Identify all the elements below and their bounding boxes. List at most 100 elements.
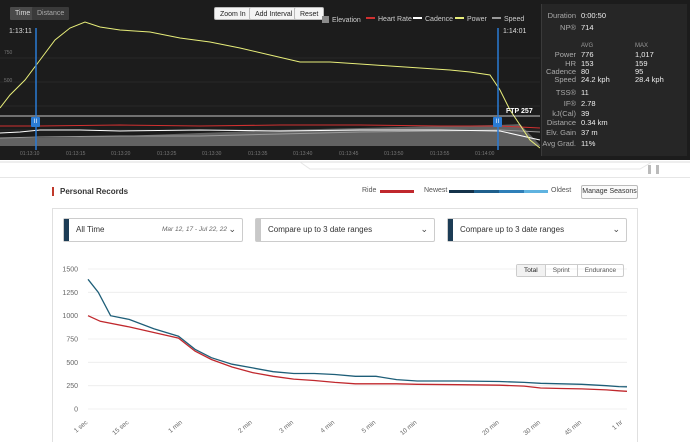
time-tick: 01:13:40 bbox=[293, 151, 313, 157]
legend-speed[interactable]: Speed bbox=[492, 16, 524, 23]
kj-value: 39 bbox=[581, 109, 590, 118]
chevron-down-icon: ⌄ bbox=[612, 224, 620, 234]
legend-oldest-label: Oldest bbox=[551, 187, 572, 194]
reset-button[interactable]: Reset bbox=[294, 7, 325, 20]
speed-max: 28.4 kph bbox=[635, 75, 664, 84]
stat-label: Duration bbox=[547, 11, 576, 20]
x-tick-label: 45 min bbox=[564, 419, 584, 437]
segment-total[interactable]: Total bbox=[517, 265, 546, 276]
selection-start-handle[interactable]: II bbox=[31, 117, 40, 127]
speed-avg: 24.2 kph bbox=[581, 75, 610, 84]
series-line-newest bbox=[87, 278, 628, 388]
power-max: 1,017 bbox=[635, 50, 654, 59]
time-tick: 01:13:25 bbox=[157, 151, 177, 157]
legend-ride-swatch bbox=[380, 190, 414, 193]
distance-value: 0.34 km bbox=[581, 118, 608, 127]
range-navigator-graphic bbox=[0, 161, 690, 174]
y-tick-label: 750 bbox=[66, 337, 78, 344]
x-tick-label: 20 min bbox=[481, 419, 501, 437]
legend-gradient-swatch bbox=[499, 190, 524, 193]
stat-label: Elv. Gain bbox=[546, 128, 576, 137]
stat-label: Distance bbox=[546, 118, 576, 127]
stat-label: Power bbox=[554, 50, 576, 59]
ftp-label: FTP 257 bbox=[506, 108, 533, 115]
y-tick-label: 1250 bbox=[62, 290, 78, 297]
manage-seasons-button[interactable]: Manage Seasons bbox=[581, 185, 638, 199]
chevron-down-icon: ⌄ bbox=[420, 224, 428, 234]
stat-label: NP® bbox=[560, 23, 576, 32]
series-line-ride bbox=[87, 315, 628, 392]
range-color-bar bbox=[448, 219, 453, 241]
range-label: Compare up to 3 date ranges bbox=[460, 225, 565, 234]
zoom-in-button[interactable]: Zoom In bbox=[214, 7, 252, 20]
avg-grade-value: 11% bbox=[581, 139, 596, 148]
range-color-bar bbox=[256, 219, 261, 241]
stat-label: Speed bbox=[554, 75, 576, 84]
y-tick-label: 1000 bbox=[62, 313, 78, 320]
legend-heart-rate[interactable]: Heart Rate bbox=[366, 16, 412, 23]
selection-end-time: 1:14:01 bbox=[503, 28, 527, 35]
legend-gradient-swatch bbox=[449, 190, 474, 193]
ytick-500: 500 bbox=[4, 78, 13, 84]
interval-stats-panel: Duration 0:00:50 NP® 714 AVG MAX Power 776 1… bbox=[541, 4, 687, 156]
chevron-down-icon: ⌄ bbox=[228, 224, 236, 234]
tss-value: 11 bbox=[581, 88, 589, 97]
np-value: 714 bbox=[581, 23, 594, 32]
range-label: All Time bbox=[76, 225, 105, 234]
duration-value: 0:00:50 bbox=[581, 11, 607, 20]
range-label: Compare up to 3 date ranges bbox=[268, 225, 373, 234]
x-tick-label: 3 min bbox=[278, 419, 295, 435]
time-tick: 01:13:50 bbox=[384, 151, 404, 157]
time-tick: 01:14:00 bbox=[475, 151, 495, 157]
legend-power[interactable]: Power bbox=[455, 16, 487, 23]
y-tick-label: 1500 bbox=[62, 267, 78, 274]
legend-elevation[interactable]: Elevation bbox=[322, 16, 361, 24]
selection-start-time: 1:13:11 bbox=[9, 28, 32, 35]
time-tick: 01:13:20 bbox=[111, 151, 131, 157]
y-tick-label: 0 bbox=[74, 407, 78, 414]
x-tick-label: 1 min bbox=[167, 419, 184, 435]
stat-label: TSS® bbox=[555, 88, 576, 97]
x-tick-label: 5 min bbox=[361, 419, 378, 435]
range-color-bar bbox=[64, 219, 69, 241]
x-tick-label: 1 hr bbox=[611, 419, 625, 432]
elevation-gain-value: 37 m bbox=[581, 128, 598, 137]
legend-cadence[interactable]: Cadence bbox=[413, 16, 453, 23]
legend-newest-label: Newest bbox=[424, 187, 448, 194]
x-tick-label: 4 min bbox=[319, 419, 336, 435]
ytick-750: 750 bbox=[4, 50, 13, 56]
stat-label: kJ(Cal) bbox=[552, 109, 576, 118]
range-dates: Mar 12, 17 - Jul 22, 22 bbox=[162, 226, 228, 233]
time-tick: 01:13:45 bbox=[339, 151, 359, 157]
add-interval-button[interactable]: Add Interval bbox=[249, 7, 299, 20]
segment-endurance[interactable]: Endurance bbox=[578, 265, 623, 276]
time-tick: 01:13:35 bbox=[248, 151, 268, 157]
x-tick-label: 10 min bbox=[399, 419, 419, 437]
range-navigator[interactable] bbox=[0, 160, 690, 178]
x-tick-label: 15 sec bbox=[111, 419, 131, 437]
time-tick: 01:13:15 bbox=[66, 151, 86, 157]
activity-chart[interactable] bbox=[0, 0, 540, 160]
power-avg: 776 bbox=[581, 50, 594, 59]
date-range-select-all-time[interactable]: All Time Mar 12, 17 - Jul 22, 22 ⌄ bbox=[63, 218, 243, 242]
stat-label: IF® bbox=[563, 99, 576, 108]
y-tick-label: 500 bbox=[66, 360, 78, 367]
power-curve-chart[interactable]: 1500 1250 1000 750 500 250 0 1 sec 15 sec 1 min 2 … bbox=[52, 260, 638, 442]
activity-chart-panel: Time Distance Zoom In Add Interval Reset… bbox=[0, 0, 690, 160]
x-tick-label: 30 min bbox=[522, 419, 542, 437]
max-header: MAX bbox=[635, 43, 649, 49]
date-range-select-compare-1[interactable]: Compare up to 3 date ranges ⌄ bbox=[255, 218, 435, 242]
date-range-select-compare-2[interactable]: Compare up to 3 date ranges ⌄ bbox=[447, 218, 627, 242]
tab-distance[interactable]: Distance bbox=[32, 7, 70, 20]
if-value: 2.78 bbox=[581, 99, 596, 108]
segment-sprint[interactable]: Sprint bbox=[546, 265, 578, 276]
legend-gradient-swatch bbox=[524, 190, 548, 193]
avg-header: AVG bbox=[581, 43, 594, 49]
stat-label: Avg Grad. bbox=[542, 139, 576, 148]
segment-toggle: Total Sprint Endurance bbox=[516, 264, 625, 277]
time-tick: 01:13:30 bbox=[202, 151, 222, 157]
x-tick-label: 2 min bbox=[237, 419, 254, 435]
legend-ride-label: Ride bbox=[362, 187, 377, 194]
personal-records-title: Personal Records bbox=[52, 187, 128, 196]
selection-end-handle[interactable]: II bbox=[493, 117, 502, 127]
